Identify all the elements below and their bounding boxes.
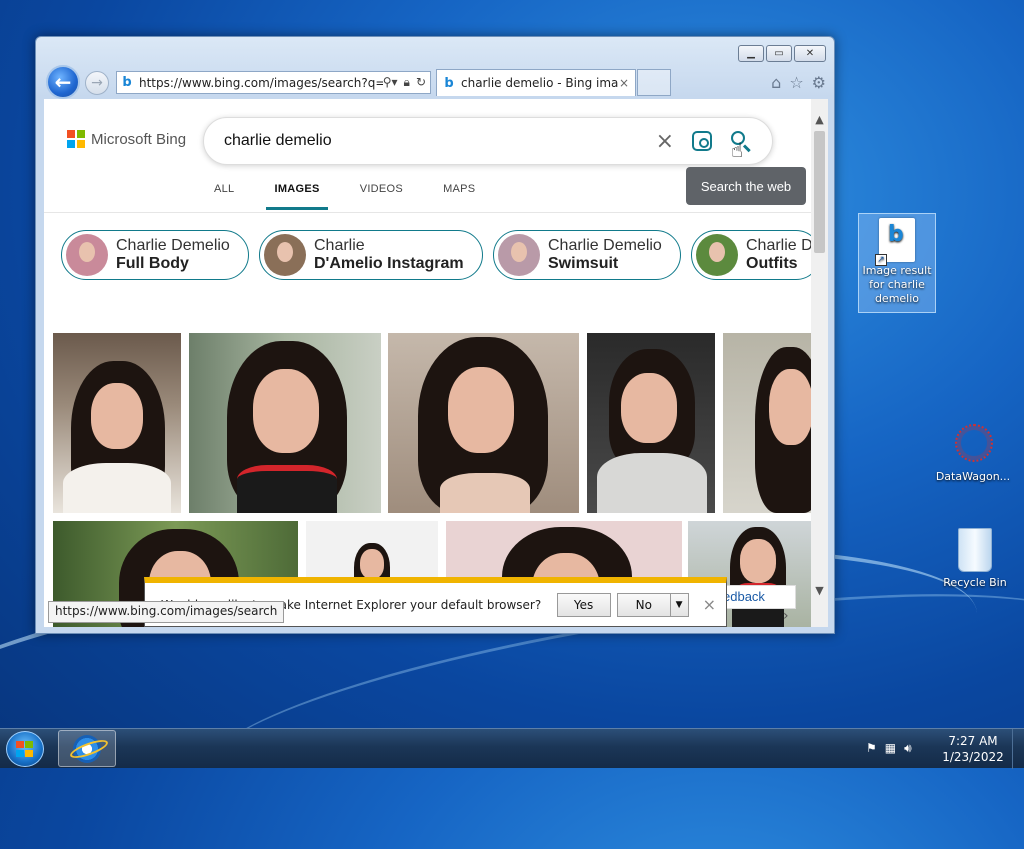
- new-tab-button[interactable]: [637, 69, 671, 96]
- tab-title: charlie demelio - Bing ima...: [461, 76, 619, 90]
- shortcut-arrow-icon: ↗: [875, 254, 887, 266]
- tab-all[interactable]: ALL: [214, 179, 234, 210]
- browser-tab[interactable]: b charlie demelio - Bing ima... ×: [436, 69, 636, 96]
- yes-button[interactable]: Yes: [556, 592, 611, 617]
- chip-line2: Outfits: [746, 255, 798, 272]
- scrollbar-thumb[interactable]: [814, 131, 825, 253]
- no-button[interactable]: No ▼: [616, 592, 689, 617]
- related-chip[interactable]: Charlie D'Amelio Instagram: [259, 230, 483, 280]
- chip-thumbnail: [498, 234, 540, 276]
- home-icon[interactable]: ⌂: [771, 73, 781, 92]
- hand-cursor-icon: ☝: [731, 138, 744, 162]
- show-desktop-button[interactable]: [1012, 729, 1024, 769]
- related-chip[interactable]: Charlie Demelio Full Body: [61, 230, 249, 280]
- bing-favicon-icon: b: [444, 75, 454, 91]
- desktop-icon-label: Recycle Bin: [943, 576, 1007, 589]
- status-bar-url: https://www.bing.com/images/search: [48, 601, 285, 623]
- image-result[interactable]: [723, 333, 811, 513]
- internet-explorer-icon: [73, 734, 101, 763]
- desktop-icon-label: Image result for charlie demelio: [862, 264, 932, 305]
- taskbar: ⚑ ▦ 🔊︎ 7:27 AM 1/23/2022: [0, 728, 1024, 769]
- search-dropdown-icon[interactable]: ⚲▾: [383, 75, 398, 90]
- microsoft-logo-icon: [67, 130, 85, 148]
- chip-thumbnail: [66, 234, 108, 276]
- close-button[interactable]: ✕: [794, 45, 826, 62]
- chip-line1: Charlie: [314, 237, 365, 254]
- datawagon-icon: [951, 424, 995, 468]
- search-input[interactable]: charlie demelio: [224, 132, 656, 150]
- tab-videos[interactable]: VIDEOS: [360, 179, 403, 210]
- back-arrow-icon: ←: [54, 70, 72, 94]
- recycle-bin-icon: [958, 528, 992, 572]
- windows-logo-icon: [16, 741, 34, 757]
- action-center-flag-icon[interactable]: ⚑: [866, 741, 877, 756]
- no-label: No: [635, 597, 652, 612]
- search-box[interactable]: charlie demelio ×: [203, 117, 773, 165]
- notification-close-icon[interactable]: ×: [703, 595, 716, 614]
- feedback-button[interactable]: edback: [716, 585, 796, 609]
- system-tray: ⚑ ▦ 🔊︎: [866, 741, 912, 756]
- chip-line1: Charlie Demelio: [548, 237, 662, 254]
- search-tooltip: Search the web: [686, 167, 806, 205]
- chevron-down-icon[interactable]: ▼: [669, 593, 688, 616]
- navigation-bar: ← → b https://www.bing.com/images/search…: [44, 65, 828, 99]
- related-searches: Charlie Demelio Full Body Charlie D'Amelio…: [61, 230, 821, 280]
- lock-icon[interactable]: 🔒︎: [404, 75, 410, 90]
- scroll-up-icon[interactable]: ▲: [811, 111, 828, 128]
- chip-thumbnail: [264, 234, 306, 276]
- forward-arrow-icon: →: [91, 75, 103, 91]
- settings-gear-icon[interactable]: ⚙: [812, 73, 826, 92]
- network-icon[interactable]: ▦: [885, 741, 896, 756]
- forward-button[interactable]: →: [85, 71, 109, 95]
- tab-images[interactable]: IMAGES: [266, 179, 328, 210]
- visual-search-icon[interactable]: [692, 131, 712, 151]
- chip-line2: D'Amelio Instagram: [314, 255, 464, 272]
- chip-line1: Charlie Demelio: [116, 237, 230, 254]
- image-result[interactable]: [189, 333, 381, 513]
- related-chip[interactable]: Charlie De Outfits: [691, 230, 821, 280]
- tab-close-icon[interactable]: ×: [619, 76, 629, 90]
- chip-line2: Full Body: [116, 255, 189, 272]
- back-button[interactable]: ←: [46, 65, 80, 99]
- taskbar-internet-explorer[interactable]: [58, 730, 116, 767]
- favorites-star-icon[interactable]: ☆: [789, 73, 803, 92]
- desktop-icon-label: DataWagon...: [935, 470, 1011, 483]
- bing-logo[interactable]: Microsoft Bing: [67, 130, 186, 148]
- window-controls: ▁ ▭ ✕: [738, 45, 826, 62]
- taskbar-clock[interactable]: 7:27 AM 1/23/2022: [938, 733, 1008, 765]
- minimize-button[interactable]: ▁: [738, 45, 764, 62]
- scroll-down-icon[interactable]: ▼: [811, 582, 828, 599]
- address-text: https://www.bing.com/images/search?q=: [139, 75, 383, 90]
- clock-time: 7:27 AM: [948, 734, 998, 748]
- chip-thumbnail: [696, 234, 738, 276]
- refresh-icon[interactable]: ↻: [416, 75, 426, 90]
- bing-document-icon: b ↗: [875, 218, 915, 266]
- image-result[interactable]: [587, 333, 715, 513]
- clock-date: 1/23/2022: [942, 750, 1004, 764]
- scroll-right-icon[interactable]: ›: [783, 608, 789, 624]
- scope-tabs: ALL IMAGES VIDEOS MAPS: [214, 179, 515, 210]
- desktop-icon-image-result[interactable]: b ↗ Image result for charlie demelio: [858, 213, 936, 313]
- clear-search-icon[interactable]: ×: [656, 129, 674, 154]
- related-chip[interactable]: Charlie Demelio Swimsuit: [493, 230, 681, 280]
- image-result[interactable]: [53, 333, 181, 513]
- chip-line2: Swimsuit: [548, 255, 619, 272]
- logo-text: Microsoft Bing: [91, 130, 187, 148]
- page-viewport: Microsoft Bing charlie demelio × ☝ Searc…: [44, 99, 828, 627]
- tab-maps[interactable]: MAPS: [443, 179, 475, 210]
- maximize-button[interactable]: ▭: [766, 45, 792, 62]
- desktop-icon-recycle-bin[interactable]: Recycle Bin: [936, 528, 1014, 590]
- ie-window: ▁ ▭ ✕ ← → b https://www.bing.com/images/…: [35, 36, 835, 634]
- desktop-icon-datawagon[interactable]: DataWagon...: [934, 424, 1012, 484]
- volume-icon[interactable]: 🔊︎: [904, 741, 912, 756]
- address-bar[interactable]: b https://www.bing.com/images/search?q= …: [116, 71, 431, 94]
- bing-favicon-icon: b: [122, 75, 132, 90]
- chip-line1: Charlie De: [746, 237, 821, 254]
- header-divider: [44, 212, 814, 213]
- vertical-scrollbar[interactable]: ▲ ▼: [811, 99, 828, 627]
- image-result[interactable]: [388, 333, 579, 513]
- start-button[interactable]: [6, 731, 44, 767]
